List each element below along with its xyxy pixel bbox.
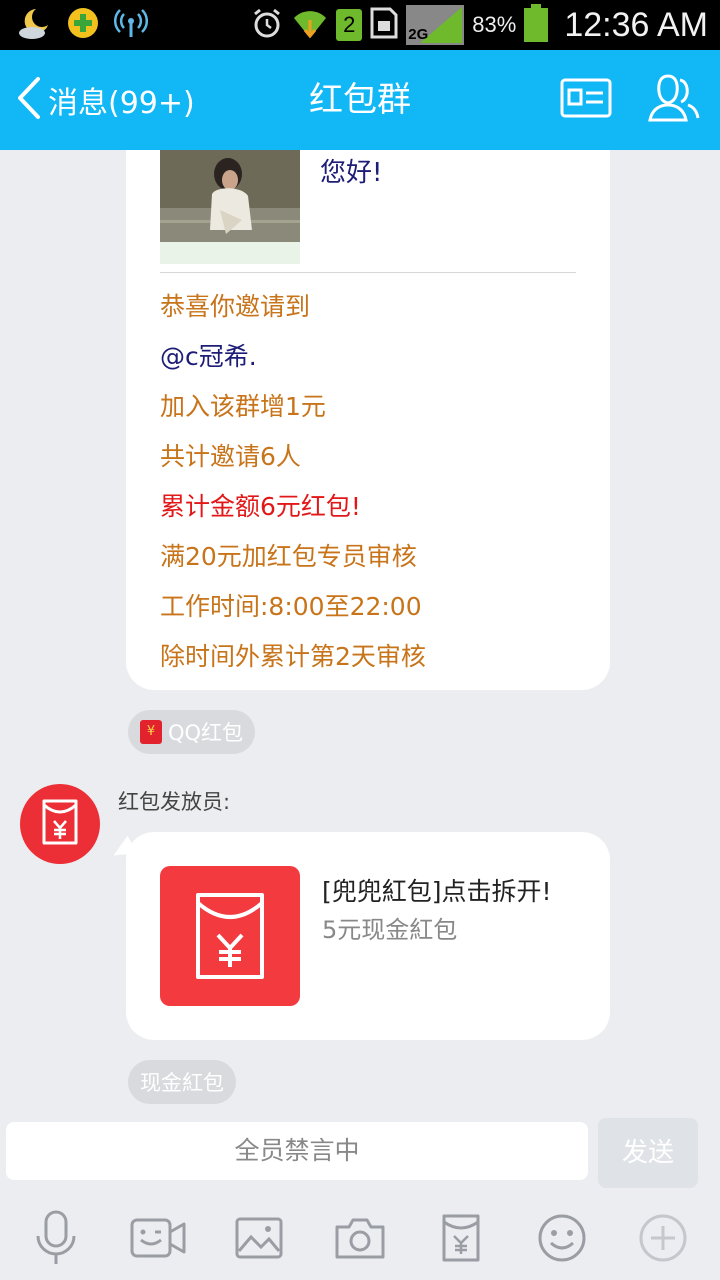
group-members-icon <box>646 72 702 128</box>
message-line: 除时间外累计第2天审核 <box>160 642 426 671</box>
image-button[interactable] <box>229 1210 289 1270</box>
mention-line[interactable]: @c冠希. <box>160 332 426 382</box>
cash-red-packet-tag[interactable]: 现金紅包 <box>128 1060 236 1104</box>
red-packet-button[interactable] <box>431 1210 491 1270</box>
sim-icon: 2 <box>336 9 363 41</box>
message-line: 满20元加红包专员审核 <box>160 542 417 571</box>
battery-icon <box>524 4 549 46</box>
signal-icon: 2G <box>406 5 465 45</box>
invite-message-lines: 恭喜你邀请到 @c冠希. 加入该群增1元 共计邀请6人 累计金额6元红包! 满2… <box>160 282 426 682</box>
thumbnail-caption-strip <box>160 242 300 264</box>
red-envelope-yuan-icon <box>160 866 300 1006</box>
tag-label: 现金紅包 <box>140 1071 224 1095</box>
video-call-button[interactable] <box>128 1210 188 1270</box>
qq-red-packet-tag[interactable]: ¥ QQ红包 <box>128 710 256 754</box>
emoji-button[interactable] <box>532 1210 592 1270</box>
back-button[interactable]: 消息(99+) <box>16 50 195 150</box>
video-call-icon <box>130 1216 186 1264</box>
battery-percent: 83% <box>472 12 517 37</box>
profile-card-button[interactable] <box>558 72 614 128</box>
input-toolbar <box>0 1200 720 1280</box>
input-row: 全员禁言中 发送 <box>0 1110 720 1200</box>
red-packet-title: [兜兜紅包]点击拆开! <box>322 877 552 906</box>
message-input[interactable]: 全员禁言中 <box>6 1122 588 1180</box>
message-line: 加入该群增1元 <box>160 392 326 421</box>
message-thumbnail-image[interactable] <box>160 150 300 242</box>
red-envelope-yuan-icon <box>38 797 82 851</box>
invite-message-bubble[interactable]: 您好! 恭喜你邀请到 @c冠希. 加入该群增1元 共计邀请6人 累计金额6元红包… <box>126 150 610 690</box>
chevron-left-icon <box>16 76 42 124</box>
red-packet-subtitle: 5元现金紅包 <box>322 916 458 944</box>
red-envelope-icon <box>442 1214 480 1266</box>
clock: 12:36 AM <box>564 5 708 44</box>
avatar[interactable] <box>20 784 100 864</box>
status-bar: 2 2G 83% 12:36 AM <box>0 0 720 50</box>
more-button[interactable] <box>633 1210 693 1270</box>
back-label: 消息(99+) <box>48 86 195 121</box>
group-members-button[interactable] <box>646 72 702 128</box>
message-line: 累计金额6元红包! <box>160 492 361 521</box>
greeting-text: 您好! <box>320 158 383 188</box>
emoji-icon <box>537 1213 587 1267</box>
chat-header: 消息(99+) 红包群 <box>0 50 720 150</box>
weather-moon-icon <box>16 5 52 45</box>
red-envelope-icon: ¥ <box>140 720 162 744</box>
profile-card-icon <box>560 78 612 122</box>
plus-icon <box>638 1213 688 1267</box>
tag-label: QQ红包 <box>168 721 244 745</box>
camera-icon <box>335 1217 385 1263</box>
alarm-icon <box>250 6 284 44</box>
red-packet-message[interactable]: [兜兜紅包]点击拆开! 5元现金紅包 <box>126 832 610 1040</box>
wifi-icon <box>292 6 328 44</box>
camera-button[interactable] <box>330 1210 390 1270</box>
microphone-icon <box>34 1210 78 1270</box>
hotspot-icon <box>113 6 149 44</box>
divider <box>160 272 576 273</box>
sender-name: 红包发放员: <box>118 790 231 814</box>
chat-area[interactable]: 您好! 恭喜你邀请到 @c冠希. 加入该群增1元 共计邀请6人 累计金额6元红包… <box>0 150 720 1110</box>
sd-card-icon <box>370 7 398 43</box>
message-line: 共计邀请6人 <box>160 442 301 471</box>
voice-button[interactable] <box>26 1210 86 1270</box>
add-app-icon <box>66 6 100 44</box>
send-button[interactable]: 发送 <box>598 1118 698 1188</box>
image-icon <box>235 1217 283 1263</box>
message-line: 工作时间:8:00至22:00 <box>160 592 422 621</box>
message-line: 恭喜你邀请到 <box>160 292 311 321</box>
